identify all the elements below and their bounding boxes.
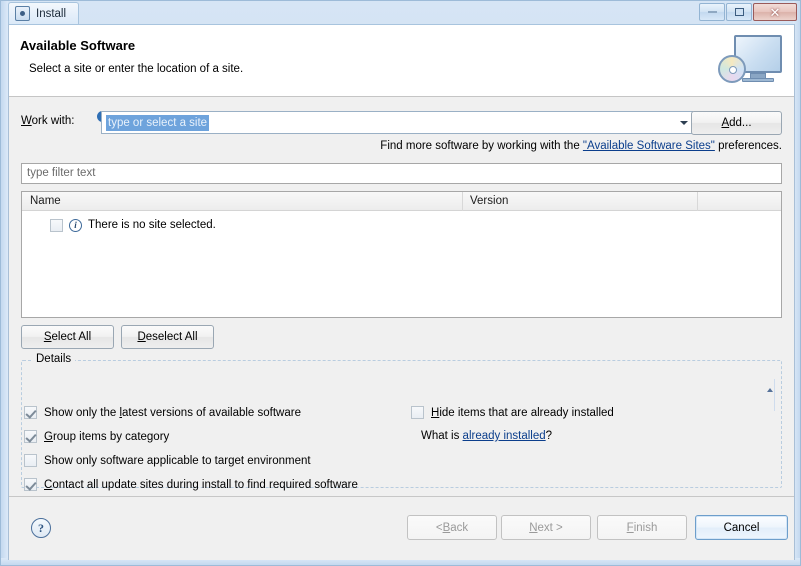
filter-input-placeholder: type filter text — [27, 167, 96, 179]
select-all-label: elect All — [51, 331, 92, 343]
install-gear-icon — [15, 6, 30, 21]
wizard-banner: Available Software Select a site or ente… — [9, 25, 794, 97]
hint-prefix: Find more software by working with the — [380, 140, 583, 152]
dialog-body: Work with: i type or select a site Add..… — [9, 97, 794, 560]
next-button[interactable]: Next > — [501, 515, 591, 540]
chevron-down-icon[interactable] — [767, 388, 773, 392]
option-label-contact-update-sites: Contact all update sites during install … — [44, 478, 358, 491]
column-divider-2[interactable] — [697, 192, 698, 211]
help-button[interactable]: ? — [31, 518, 51, 538]
filter-input[interactable]: type filter text — [21, 163, 782, 184]
minimize-button[interactable] — [699, 3, 725, 21]
column-header-version[interactable]: Version — [470, 195, 508, 207]
monitor-base — [742, 78, 774, 82]
table-row[interactable]: i There is no site selected. — [22, 214, 781, 236]
page-subtitle: Select a site or enter the location of a… — [29, 63, 244, 75]
details-scrollbar[interactable] — [766, 379, 775, 411]
add-button-mnemonic: A — [721, 117, 730, 129]
details-group: Details — [21, 353, 782, 488]
deselect-all-mnemonic: D — [137, 331, 146, 343]
option-label-show-latest-versions: Show only the latest versions of availab… — [44, 406, 301, 419]
work-with-label-mnemonic: W — [21, 115, 32, 127]
option-label-hide-installed: Hide items that are already installed — [431, 406, 614, 419]
window-title-tab: Install — [8, 2, 80, 24]
chevron-down-icon[interactable] — [680, 121, 688, 125]
install-dialog-window: Install ✕ Available Software Select a si… — [0, 0, 801, 566]
work-with-label: Work with: — [21, 115, 74, 127]
whatis-prefix: What is — [421, 430, 463, 442]
site-combo[interactable]: type or select a site — [101, 111, 693, 134]
option-group-by-category[interactable]: Group items by category — [24, 430, 169, 443]
option-show-latest-versions[interactable]: Show only the latest versions of availab… — [24, 406, 301, 419]
option-show-applicable[interactable]: Show only software applicable to target … — [24, 454, 311, 467]
maximize-button[interactable] — [726, 3, 752, 21]
close-button[interactable]: ✕ — [753, 3, 797, 21]
table-header: Name Version — [22, 192, 781, 211]
cancel-button[interactable]: Cancel — [695, 515, 788, 540]
minimize-icon — [707, 11, 717, 13]
back-button[interactable]: < Back — [407, 515, 497, 540]
checkbox-contact-update-sites[interactable] — [24, 478, 37, 491]
monitor-with-disc-icon — [714, 29, 786, 93]
page-title: Available Software — [20, 38, 136, 53]
work-with-label-rest: ork with: — [31, 115, 75, 127]
add-button-label: dd... — [729, 117, 752, 129]
window-frame-left — [1, 1, 8, 565]
details-legend: Details — [32, 353, 76, 365]
footer-divider — [9, 496, 794, 497]
maximize-icon — [734, 8, 744, 16]
deselect-all-label: eselect All — [145, 331, 198, 343]
dialog-client: Available Software Select a site or ente… — [8, 24, 795, 560]
whatis-suffix: ? — [545, 430, 553, 442]
select-all-button[interactable]: Select All — [21, 325, 114, 349]
column-header-name[interactable]: Name — [30, 195, 61, 207]
option-label-group-by-category: Group items by category — [44, 430, 170, 443]
column-divider-1[interactable] — [462, 192, 463, 211]
select-all-mnemonic: S — [43, 331, 52, 343]
disc-icon — [718, 55, 746, 83]
checkbox-show-applicable[interactable] — [24, 454, 37, 467]
work-with-row: Work with: i type or select a site Add..… — [21, 111, 782, 135]
title-bar[interactable]: Install ✕ — [1, 1, 801, 24]
already-installed-link[interactable]: already installed — [463, 430, 546, 442]
checkbox-group-by-category[interactable] — [24, 430, 37, 443]
available-software-sites-link[interactable]: "Available Software Sites" — [583, 140, 715, 152]
window-controls: ✕ — [699, 3, 797, 21]
add-site-button[interactable]: Add... — [691, 111, 782, 135]
what-is-already-installed: What is already installed? — [421, 430, 552, 442]
software-table[interactable]: Name Version i There is no site selected… — [21, 191, 782, 318]
site-combo-value: type or select a site — [106, 115, 210, 131]
window-title: Install — [36, 7, 67, 20]
checkbox-hide-installed[interactable] — [411, 406, 424, 419]
hint-suffix: preferences. — [714, 140, 782, 152]
row-checkbox[interactable] — [50, 218, 63, 232]
option-label-show-applicable: Show only software applicable to target … — [44, 454, 311, 467]
available-sites-hint: Find more software by working with the "… — [380, 140, 782, 152]
deselect-all-button[interactable]: Deselect All — [121, 325, 214, 349]
finish-button[interactable]: Finish — [597, 515, 687, 540]
row-name-cell: There is no site selected. — [88, 219, 216, 231]
checkbox-show-latest-versions[interactable] — [24, 406, 37, 419]
option-contact-update-sites[interactable]: Contact all update sites during install … — [24, 478, 358, 491]
option-hide-installed[interactable]: Hide items that are already installed — [411, 406, 614, 419]
close-icon: ✕ — [769, 4, 781, 20]
info-icon: i — [69, 218, 82, 232]
